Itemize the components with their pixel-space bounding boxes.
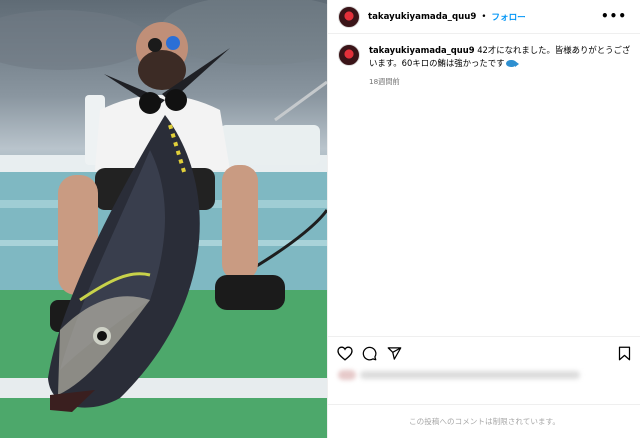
caption-avatar[interactable]	[338, 44, 360, 66]
separator-dot: •	[481, 11, 487, 22]
author-avatar[interactable]	[338, 5, 360, 28]
fish-icon	[506, 60, 520, 67]
post-photo[interactable]	[0, 0, 327, 438]
share-icon[interactable]	[387, 346, 402, 361]
more-options-icon[interactable]: •••	[601, 9, 627, 23]
liked-by-text-blurred	[360, 371, 580, 379]
author-username[interactable]: takayukiyamada_quu9	[368, 12, 476, 22]
post-panel: takayukiyamada_quu9 • フォロー ••• takayukiy…	[327, 0, 640, 438]
follow-button[interactable]: フォロー	[491, 11, 525, 23]
caption-username[interactable]: takayukiyamada_quu9	[369, 45, 475, 55]
comments-restricted-notice: この投稿へのコメントは制限されています。	[328, 404, 640, 438]
tuna-photo-illustration	[0, 0, 327, 438]
post-caption: takayukiyamada_quu9 42才になれました。皆様ありがとうござい…	[338, 44, 632, 88]
liker-avatars-blurred	[338, 370, 356, 380]
comment-icon[interactable]	[362, 346, 377, 361]
heart-icon[interactable]	[337, 346, 353, 361]
bookmark-icon[interactable]	[618, 346, 631, 361]
caption-body: takayukiyamada_quu9 42才になれました。皆様ありがとうござい…	[369, 44, 632, 88]
post-header: takayukiyamada_quu9 • フォロー •••	[328, 0, 640, 34]
post-timestamp[interactable]: 18週間前	[369, 75, 632, 88]
likes-summary-blurred	[338, 368, 580, 382]
action-bar	[328, 336, 640, 366]
